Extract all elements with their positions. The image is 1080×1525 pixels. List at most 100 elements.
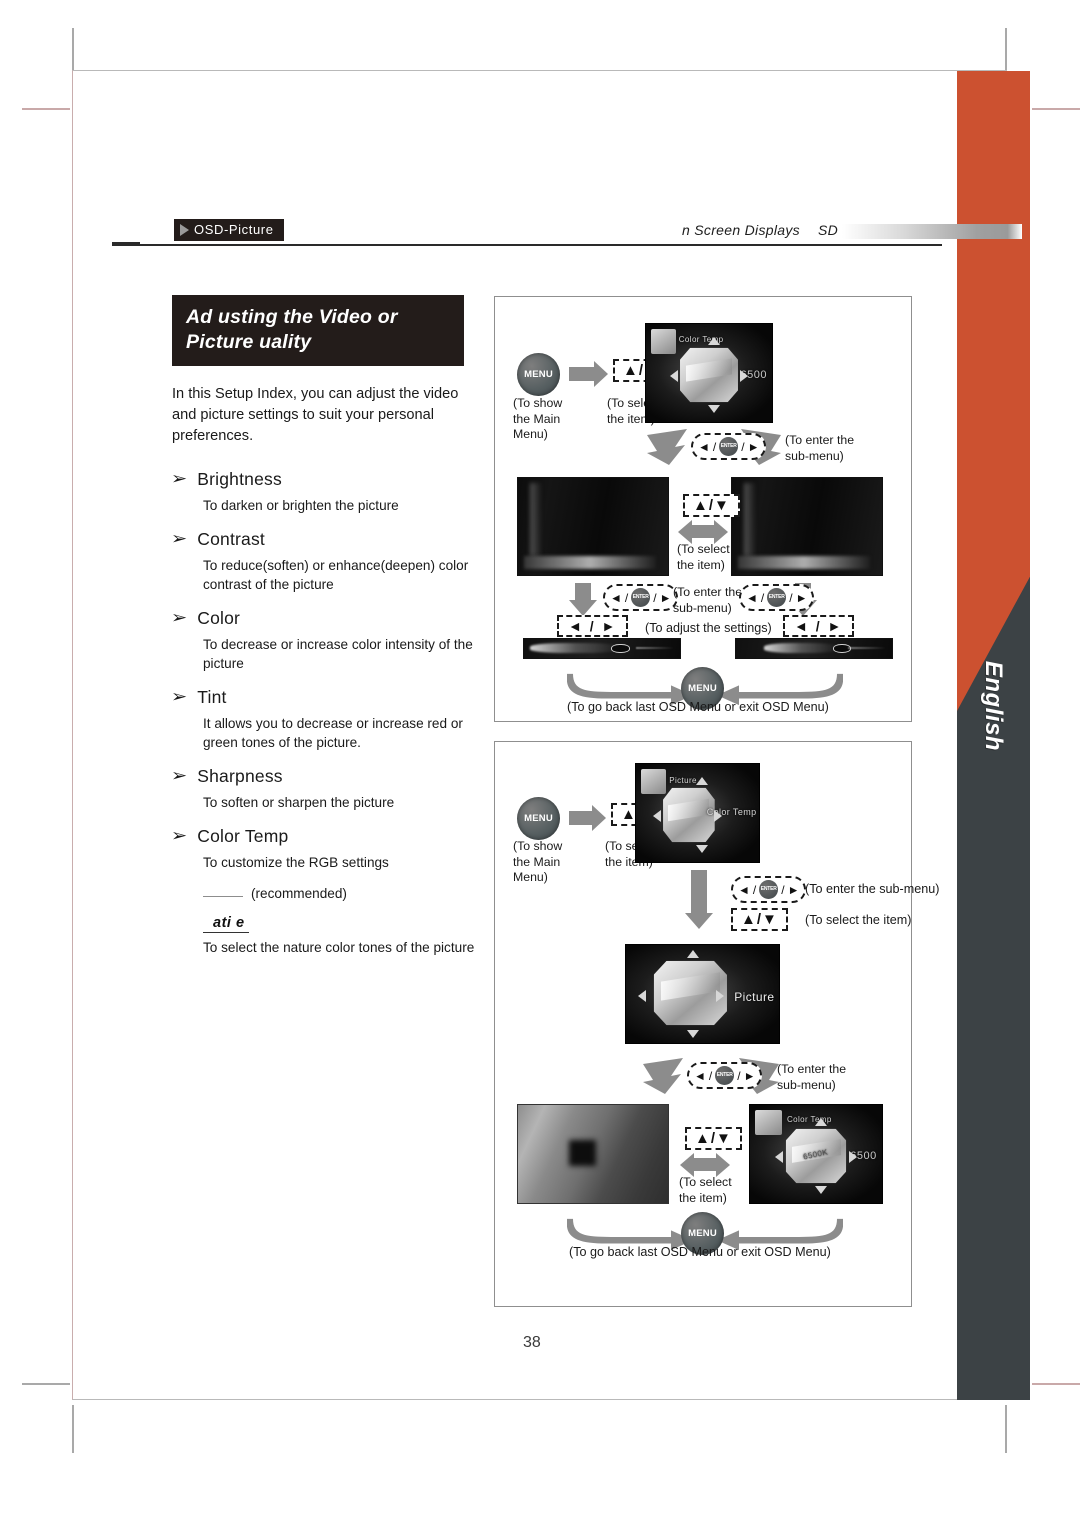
list-item-title: Color Temp — [197, 826, 289, 846]
language-tab: English — [957, 626, 1030, 786]
arrow-diagonal-left-icon — [643, 1058, 683, 1094]
osd-screenshot-color-temp-2: Color Temp 6500K 6500 — [749, 1104, 883, 1204]
menu-button[interactable]: MENU — [517, 797, 560, 840]
arrow-left-glyph: ◄ — [738, 882, 750, 897]
enter-button-2[interactable]: ◄ / ENTER / ► — [687, 1062, 763, 1089]
osd-nav-up-icon — [687, 949, 700, 958]
osd-nav-down-icon — [687, 1030, 700, 1039]
slash-1: / — [624, 590, 629, 605]
arrow-double-icon — [693, 1158, 717, 1171]
crop-mark-bottom-right — [1005, 1405, 1007, 1453]
caption-enter-submenu-2: (To enter the sub-menu) — [673, 585, 743, 615]
running-head-abbr: SD — [817, 222, 838, 238]
slash-1: / — [760, 590, 765, 605]
list-item-title: Color — [197, 608, 241, 628]
intro-paragraph: In this Setup Index, you can adjust the … — [172, 386, 459, 444]
osd-bar-tail — [848, 646, 886, 650]
left-right-label-1: ◄ / ► — [568, 618, 618, 634]
osd-picture-label: Picture — [734, 990, 775, 1005]
caption-enter-submenu: (To enter the sub-menu) — [777, 1062, 847, 1092]
left-right-label-2: ◄ / ► — [794, 618, 844, 634]
crop-mark-bottom-left — [72, 1405, 74, 1453]
menu-button-back-label: MENU — [688, 1228, 717, 1239]
enter-ring-icon: ENTER — [767, 588, 787, 607]
enter-button[interactable]: ◄ / ENTER / ► — [691, 433, 767, 460]
slash-1: / — [712, 439, 717, 454]
manual-page: English OSD-Picture n Screen Displays SD … — [0, 0, 1080, 1525]
osd-cube-graphic — [680, 347, 738, 403]
crop-mark-top-right — [1005, 28, 1007, 76]
left-column: Ad usting the Video or Picture uality In… — [170, 295, 474, 971]
osd-nav-right-icon — [848, 1151, 857, 1164]
left-right-button-2[interactable]: ◄ / ► — [783, 615, 855, 637]
osd-bar-streak — [530, 643, 621, 653]
up-down-button-2[interactable]: ▲/▼ — [731, 908, 788, 931]
arrow-left-glyph: ◄ — [746, 590, 758, 605]
list-item-desc: To customize the RGB settings — [203, 855, 389, 870]
osd-nav-up-icon — [707, 336, 720, 345]
enter-ring-icon: ENTER — [715, 1066, 735, 1085]
caption-enter-submenu: (To enter the sub-menu) — [785, 433, 855, 463]
page-number: 38 — [523, 1334, 541, 1351]
caption-show-main-menu: (To show the Main Menu) — [513, 839, 563, 884]
arrow-right-glyph: ► — [795, 590, 808, 605]
list-item: ➢ Color Temp To customize the RGB settin… — [170, 826, 474, 957]
osd-nav-left-icon — [775, 1151, 784, 1164]
page-title-line-2: Picture uality — [186, 331, 312, 353]
osd-nav-left-icon — [669, 370, 678, 383]
section-tag: OSD-Picture — [174, 219, 284, 241]
menu-button[interactable]: MENU — [517, 353, 560, 396]
recommended-note: (recommended) — [203, 885, 472, 901]
caption-select-item-inline: (To select the item) — [805, 913, 912, 927]
up-down-label-3: ▲/▼ — [695, 1130, 732, 1147]
enter-label: ENTER — [768, 594, 785, 600]
crop-mark-top-left — [72, 28, 74, 76]
list-item-title: Brightness — [197, 469, 282, 489]
arrow-down-icon — [691, 870, 707, 914]
enter-button[interactable]: ◄ / ENTER / ► — [731, 876, 807, 903]
bullet-arrow-icon: ➢ — [170, 826, 188, 845]
osd-title-label: Picture — [669, 775, 697, 785]
crop-mark-right-bottom — [1032, 1383, 1080, 1385]
list-item: ➢ Sharpness To soften or sharpen the pic… — [171, 766, 472, 812]
slash-2: / — [653, 590, 657, 605]
osd-nav-down-icon — [707, 405, 720, 414]
up-down-label-2: ▲/▼ — [693, 497, 730, 514]
osd-screenshot-right-dark — [731, 477, 883, 576]
enter-button-right[interactable]: ◄ / ENTER / ► — [739, 584, 815, 611]
osd-icon — [755, 1109, 782, 1136]
osd-nav-right-icon — [714, 810, 723, 823]
list-item-title: Contrast — [197, 529, 265, 549]
osd-nav-right-icon — [715, 990, 724, 1003]
caption-select-item-2: (To select the item) — [677, 542, 730, 572]
diagram-panel-picture: MENU ▲/▼ (To show the Main Menu) (To sel… — [494, 741, 939, 1307]
osd-nav-up-icon — [696, 776, 709, 785]
osd-nav-right-icon — [740, 370, 749, 383]
bullet-arrow-icon: ➢ — [170, 608, 188, 627]
up-down-button-2[interactable]: ▲/▼ — [683, 494, 740, 517]
osd-screenshot-picture-menu: Picture Color Temp — [635, 763, 760, 863]
caption-select-item-2: (To select the item) — [679, 1175, 732, 1205]
list-item: ➢ Tint It allows you to decrease or incr… — [171, 687, 472, 752]
slash-2: / — [737, 1068, 741, 1083]
osd-nav-left-icon — [638, 990, 647, 1003]
list-item: ➢ Color To decrease or increase color in… — [170, 608, 473, 673]
caption-enter-submenu-inline: (To enter the sub-menu) — [805, 882, 940, 896]
page-title: Ad usting the Video or Picture uality — [172, 295, 464, 366]
menu-button-label: MENU — [524, 813, 553, 824]
recommended-label: (recommended) — [251, 886, 347, 901]
running-head: OSD-Picture n Screen Displays SD — [112, 215, 1022, 249]
up-down-button-3[interactable]: ▲/▼ — [685, 1127, 742, 1150]
enter-label: ENTER — [760, 886, 777, 892]
arrow-right-glyph: ► — [659, 590, 672, 605]
page-title-line-1: Ad usting the Video or — [186, 306, 398, 328]
enter-label: ENTER — [632, 594, 649, 600]
osd-screenshot-picture: Picture — [625, 944, 780, 1044]
enter-button-left[interactable]: ◄ / ENTER / ► — [603, 584, 679, 611]
enter-ring-icon: ENTER — [759, 880, 779, 899]
left-right-button-1[interactable]: ◄ / ► — [557, 615, 629, 637]
list-item-title: Sharpness — [197, 766, 283, 786]
section-tag-label: OSD-Picture — [194, 222, 274, 237]
arrow-diagonal-left-icon — [647, 429, 687, 465]
menu-button-label: MENU — [524, 369, 553, 380]
